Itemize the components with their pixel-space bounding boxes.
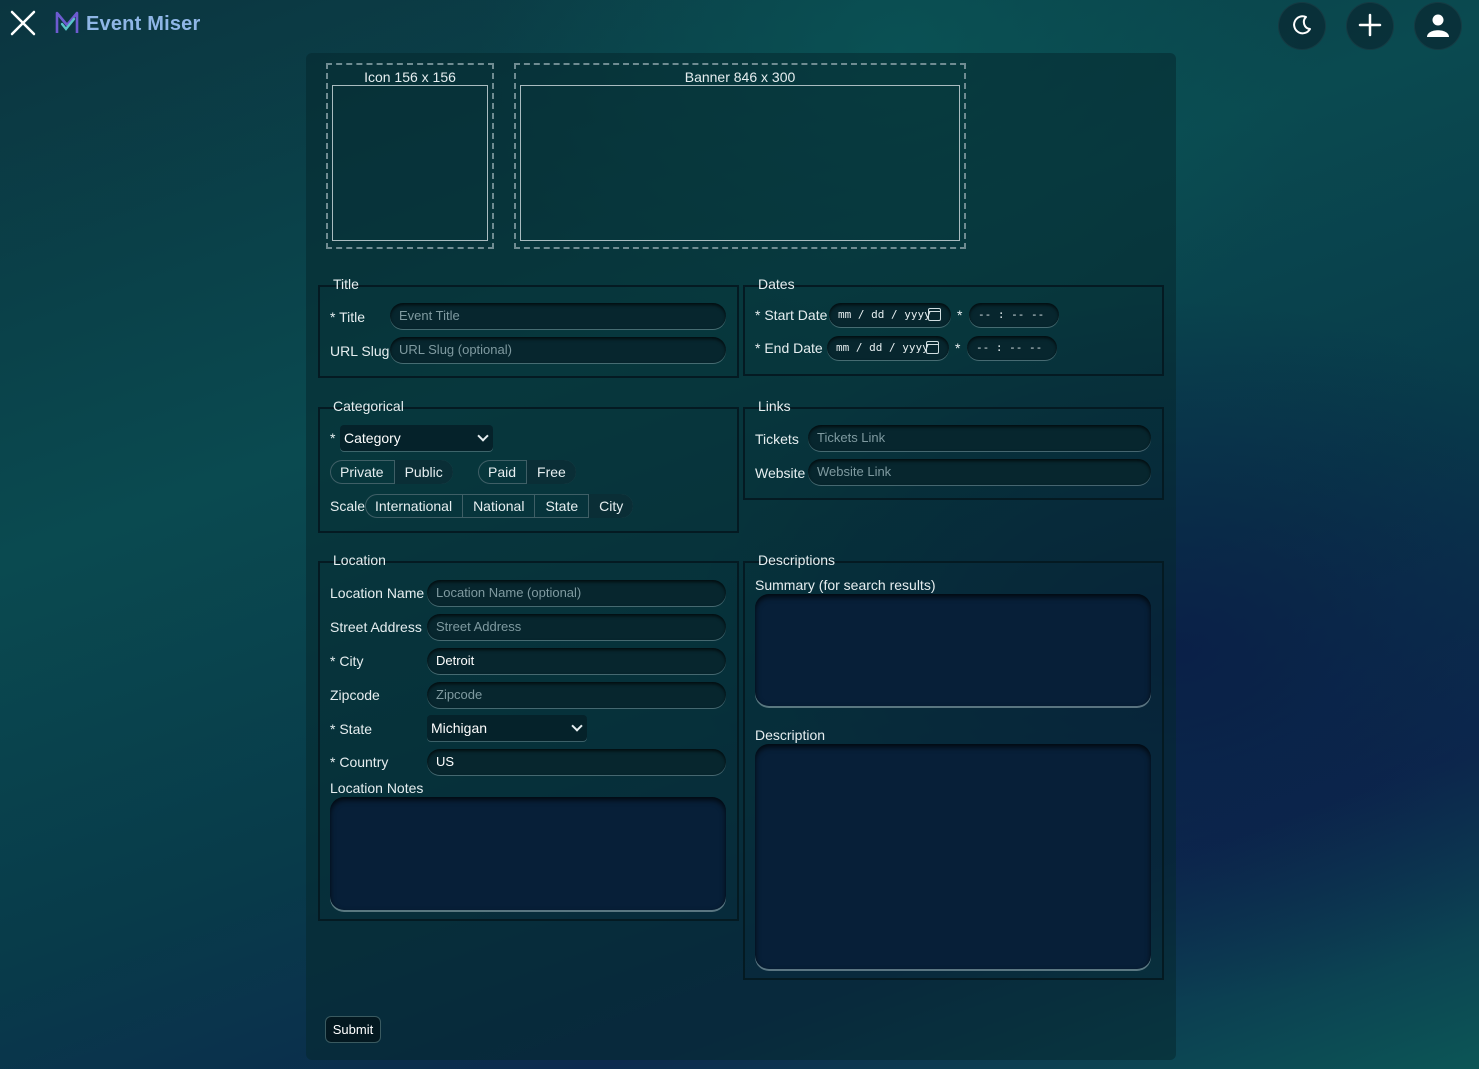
add-event-button[interactable] (1346, 2, 1394, 50)
summary-textarea[interactable] (755, 594, 1151, 706)
scale-international-option[interactable]: International (365, 494, 464, 518)
state-label: * State (330, 721, 373, 737)
top-bar: Event Miser (0, 0, 1479, 52)
banner-dropzone[interactable] (520, 85, 960, 241)
calendar-icon[interactable] (926, 341, 939, 354)
title-group-legend: Title (333, 276, 359, 292)
location-notes-textarea[interactable] (330, 797, 726, 910)
title-input[interactable]: Event Title (390, 303, 726, 329)
country-input[interactable]: US (427, 749, 726, 775)
website-link-input[interactable]: Website Link (808, 459, 1151, 485)
location-notes-label: Location Notes (330, 780, 424, 796)
scale-toggle: International National State City (365, 494, 634, 518)
url-slug-label: URL Slug (330, 343, 390, 359)
app-name: Event Miser (86, 13, 201, 35)
descriptions-group-legend: Descriptions (758, 552, 836, 568)
zipcode-label: Zipcode (330, 687, 380, 703)
chevron-down-icon (571, 720, 583, 732)
tickets-link-input[interactable]: Tickets Link (808, 425, 1151, 451)
location-name-label: Location Name (330, 585, 425, 601)
dates-group: Dates (743, 276, 1164, 376)
scale-label: Scale (330, 498, 366, 514)
user-icon (1426, 13, 1450, 40)
street-address-label: Street Address (330, 619, 422, 635)
location-name-input[interactable]: Location Name (optional) (427, 580, 726, 606)
end-date-label: * End Date (755, 340, 823, 356)
close-icon[interactable] (8, 8, 38, 38)
chevron-down-icon (477, 430, 489, 442)
categorical-group-legend: Categorical (333, 398, 404, 414)
pricing-toggle: Paid Free (478, 460, 576, 484)
icon-upload-label: Icon 156 x 156 (364, 69, 456, 85)
banner-upload-label: Banner 846 x 300 (684, 69, 796, 85)
country-label: * Country (330, 754, 389, 770)
dates-group-legend: Dates (758, 276, 795, 292)
icon-upload[interactable]: Icon 156 x 156 (326, 63, 494, 249)
end-date-placeholder: mm / dd / yyyy (836, 341, 929, 354)
city-input[interactable]: Detroit (427, 648, 726, 674)
start-time-required-marker: * (957, 307, 963, 323)
visibility-private-option[interactable]: Private (330, 460, 395, 484)
category-select[interactable]: Category (340, 425, 493, 451)
end-time-input[interactable]: -- : -- -- (967, 336, 1057, 360)
scale-national-option[interactable]: National (463, 494, 536, 518)
title-group: Title (318, 276, 739, 378)
account-button[interactable] (1414, 2, 1462, 50)
summary-label: Summary (for search results) (755, 577, 936, 593)
submit-button[interactable]: Submit (325, 1016, 381, 1043)
description-label: Description (755, 727, 826, 743)
title-label: * Title (330, 309, 366, 325)
visibility-public-option[interactable]: Public (394, 460, 453, 484)
state-select-value: Michigan (431, 720, 488, 736)
links-group: Links (743, 398, 1164, 500)
url-slug-input[interactable]: URL Slug (optional) (390, 337, 726, 363)
pricing-paid-option[interactable]: Paid (478, 460, 528, 484)
category-required-marker: * (330, 430, 336, 446)
moon-icon (1291, 14, 1313, 39)
banner-upload[interactable]: Banner 846 x 300 (514, 63, 966, 249)
start-date-placeholder: mm / dd / yyyy (838, 308, 931, 321)
city-label: * City (330, 653, 364, 669)
end-time-required-marker: * (955, 340, 961, 356)
tickets-label: Tickets (755, 431, 799, 447)
start-date-input[interactable]: mm / dd / yyyy (829, 303, 951, 327)
street-address-input[interactable]: Street Address (427, 614, 726, 640)
plus-icon (1358, 13, 1382, 40)
brand[interactable]: Event Miser (54, 10, 200, 39)
pricing-free-option[interactable]: Free (527, 460, 576, 484)
icon-dropzone[interactable] (332, 85, 488, 241)
theme-toggle-button[interactable] (1278, 2, 1326, 50)
calendar-icon[interactable] (928, 308, 941, 321)
website-label: Website (755, 465, 806, 481)
links-group-legend: Links (758, 398, 791, 414)
location-group-legend: Location (333, 552, 386, 568)
description-textarea[interactable] (755, 744, 1151, 969)
logo-icon (54, 10, 80, 39)
scale-state-option[interactable]: State (535, 494, 590, 518)
state-select[interactable]: Michigan (427, 715, 587, 741)
visibility-toggle: Private Public (330, 460, 453, 484)
category-select-value: Category (344, 430, 401, 446)
start-time-input[interactable]: -- : -- -- (969, 303, 1059, 327)
scale-city-option[interactable]: City (589, 494, 634, 518)
end-date-input[interactable]: mm / dd / yyyy (827, 336, 949, 360)
zipcode-input[interactable]: Zipcode (427, 682, 726, 708)
start-date-label: * Start Date (755, 307, 828, 323)
